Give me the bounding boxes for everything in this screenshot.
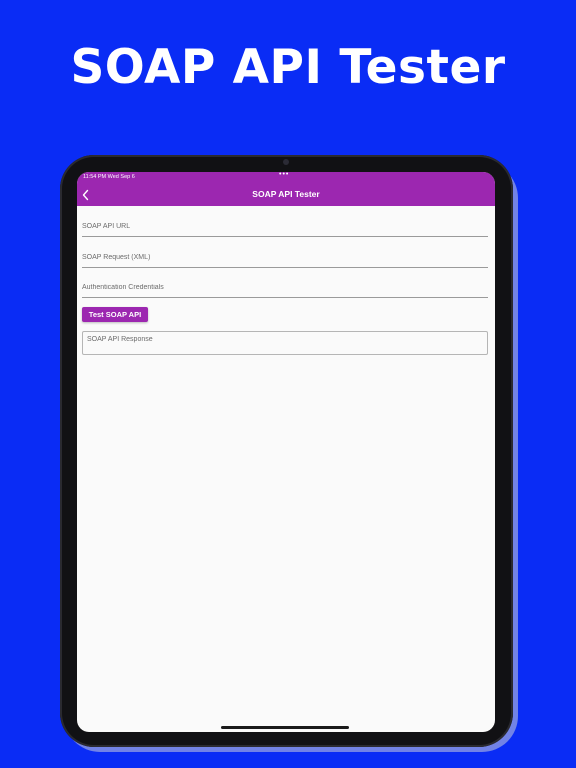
test-soap-api-button[interactable]: Test SOAP API [82, 307, 148, 322]
promo-page: SOAP API Tester 11:54 PM Wed Sep 6 ••• S… [0, 0, 576, 768]
soap-url-field [82, 210, 488, 237]
multitasking-dots-icon[interactable]: ••• [279, 172, 289, 178]
home-indicator[interactable] [221, 726, 349, 729]
page-title: SOAP API Tester [252, 189, 320, 199]
app-bar: 11:54 PM Wed Sep 6 ••• SOAP API Tester [77, 172, 495, 206]
soap-url-input[interactable] [82, 216, 488, 236]
credentials-field [82, 271, 488, 298]
soap-response-output[interactable] [87, 336, 482, 350]
promo-title: SOAP API Tester [70, 40, 506, 95]
credentials-input[interactable] [82, 277, 488, 297]
soap-request-field [82, 241, 488, 268]
soap-request-input[interactable] [82, 247, 488, 267]
app-screen: 11:54 PM Wed Sep 6 ••• SOAP API Tester T… [77, 172, 495, 732]
response-box [82, 331, 488, 355]
camera-icon [283, 159, 289, 165]
status-time: 11:54 PM Wed Sep 6 [83, 174, 135, 180]
